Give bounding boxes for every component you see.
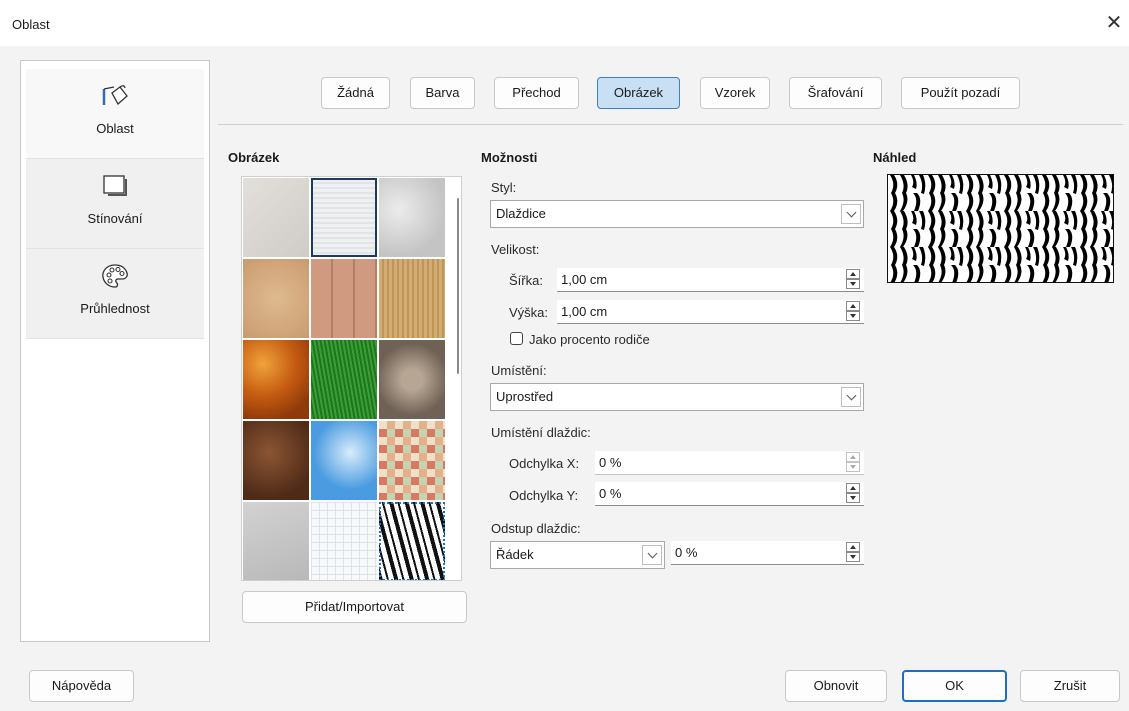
spin-down-icon[interactable] <box>846 493 860 503</box>
fill-pattern-button[interactable]: Vzorek <box>700 77 770 109</box>
size-label: Velikost: <box>491 242 540 257</box>
gallery-tile-pink-sandstone[interactable] <box>243 259 309 338</box>
zebra-pattern-preview <box>888 175 1113 282</box>
width-label: Šířka: <box>509 273 543 288</box>
title-bar: Oblast ✕ <box>0 0 1129 46</box>
use-background-button[interactable]: Použít pozadí <box>901 77 1020 109</box>
chevron-down-icon[interactable] <box>841 387 861 407</box>
gallery-tile-zebra[interactable] <box>379 502 445 580</box>
add-import-button[interactable]: Přidat/Importovat <box>242 591 467 623</box>
chevron-down-icon[interactable] <box>841 204 861 224</box>
spin-down-icon[interactable] <box>846 279 860 289</box>
preview-title: Náhled <box>873 150 917 165</box>
offset-y-value: 0 % <box>599 486 622 501</box>
tile-spacing-label: Odstup dlaždic: <box>491 521 581 536</box>
gallery-tile-wooden-board[interactable] <box>311 259 377 338</box>
fill-none-button[interactable]: Žádná <box>321 77 390 109</box>
spin-down-icon[interactable] <box>846 552 860 562</box>
gallery-scrollbar[interactable] <box>457 198 459 374</box>
gallery-tile-color-stripes[interactable] <box>379 259 445 338</box>
style-dropdown[interactable]: Dlaždice <box>490 200 864 228</box>
gallery-tile-mosaic[interactable] <box>379 421 445 500</box>
paint-bucket-icon <box>102 85 128 106</box>
width-value: 1,00 cm <box>561 272 608 287</box>
style-value: Dlaždice <box>496 206 546 221</box>
gallery-tile-coffee-beans[interactable] <box>243 421 309 500</box>
tile-spacing-spinfield[interactable]: 0 % <box>671 541 864 565</box>
tile-spacing-type-dropdown[interactable]: Řádek <box>490 541 665 569</box>
reset-button[interactable]: Obnovit <box>785 670 887 702</box>
gallery-tile-pebble-light[interactable] <box>379 340 445 419</box>
gallery-tile-graph-paper[interactable] <box>311 502 377 580</box>
position-dropdown[interactable]: Uprostřed <box>490 383 864 411</box>
tile-spacing-type-value: Řádek <box>496 547 534 562</box>
height-spinfield[interactable]: 1,00 cm <box>557 300 864 324</box>
header-separator <box>218 124 1123 125</box>
spin-up-icon[interactable] <box>846 452 860 462</box>
offset-y-spinfield[interactable]: 0 % <box>595 482 864 506</box>
navigation-pane: Oblast Stínování Průhlednost <box>20 60 210 642</box>
spin-up-icon[interactable] <box>846 301 860 311</box>
gallery-title: Obrázek <box>228 150 280 165</box>
nav-label-oblast: Oblast <box>96 121 134 136</box>
style-label: Styl: <box>491 180 517 195</box>
gallery-tile-concrete[interactable] <box>243 502 309 580</box>
spin-down-icon[interactable] <box>846 311 860 321</box>
close-icon[interactable]: ✕ <box>1099 8 1129 38</box>
nav-label-pruhlednost: Průhlednost <box>80 301 150 316</box>
nav-label-stinovani: Stínování <box>87 211 143 226</box>
offset-y-label: Odchylka Y: <box>509 488 579 503</box>
position-value: Uprostřed <box>496 389 554 404</box>
offset-x-spinfield[interactable]: 0 % <box>595 451 864 475</box>
spin-up-icon[interactable] <box>846 542 860 552</box>
image-gallery[interactable] <box>241 176 462 581</box>
gallery-tile-paper-crumpled[interactable] <box>379 178 445 257</box>
gallery-tile-paper-texture[interactable] <box>311 178 377 257</box>
height-value: 1,00 cm <box>561 304 608 319</box>
fill-hatching-button[interactable]: Šrafování <box>789 77 882 109</box>
nav-item-stinovani[interactable]: Stínování <box>26 159 204 249</box>
offset-x-value: 0 % <box>599 455 622 470</box>
tile-position-label: Umístění dlaždic: <box>491 425 591 440</box>
window-title: Oblast <box>12 17 50 32</box>
offset-x-label: Odchylka X: <box>509 456 580 471</box>
spin-up-icon[interactable] <box>846 483 860 493</box>
relative-checkbox[interactable] <box>510 332 523 345</box>
preview-area <box>887 174 1114 283</box>
ok-button[interactable]: OK <box>902 670 1007 702</box>
nav-item-pruhlednost[interactable]: Průhlednost <box>26 249 204 339</box>
gallery-tile-painted-white[interactable] <box>243 178 309 257</box>
relative-checkbox-label[interactable]: Jako procento rodiče <box>529 332 650 347</box>
palette-icon <box>102 264 128 288</box>
gallery-tile-lawn[interactable] <box>311 340 377 419</box>
gallery-tile-maple-leaves[interactable] <box>243 340 309 419</box>
width-spinfield[interactable]: 1,00 cm <box>557 268 864 292</box>
position-label: Umístění: <box>491 363 547 378</box>
options-title: Možnosti <box>481 150 538 165</box>
fill-color-button[interactable]: Barva <box>410 77 475 109</box>
fill-image-button[interactable]: Obrázek <box>597 77 680 109</box>
nav-item-oblast[interactable]: Oblast <box>26 69 204 159</box>
gallery-tile-sky[interactable] <box>311 421 377 500</box>
spin-down-icon[interactable] <box>846 462 860 472</box>
chevron-down-icon[interactable] <box>642 545 662 565</box>
tile-spacing-value: 0 % <box>675 545 698 560</box>
height-label: Výška: <box>509 305 549 320</box>
fill-gradient-button[interactable]: Přechod <box>494 77 579 109</box>
spin-up-icon[interactable] <box>846 269 860 279</box>
help-button[interactable]: Nápověda <box>29 670 134 702</box>
cancel-button[interactable]: Zrušit <box>1020 670 1120 702</box>
shadow-icon <box>103 175 127 196</box>
